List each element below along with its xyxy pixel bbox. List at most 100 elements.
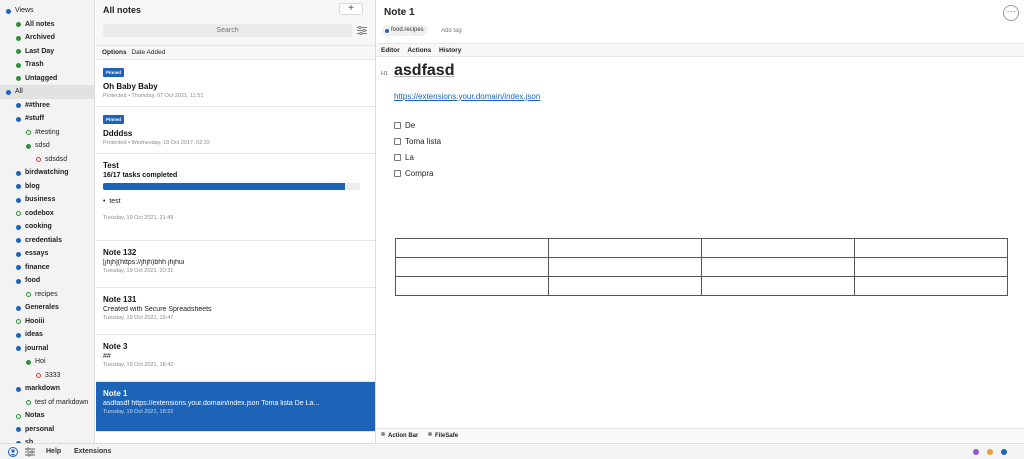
table-cell[interactable]	[395, 257, 549, 277]
sidebar-tag-testing[interactable]: #testing	[0, 126, 94, 140]
checkbox[interactable]	[394, 122, 401, 129]
note-list-item[interactable]: Pinned Ddddss Protected • Wednesday, 18 Oc…	[96, 107, 375, 154]
editor-menu-editor[interactable]: Editor	[381, 47, 400, 54]
sidebar-tag-recipes[interactable]: recipes	[0, 288, 94, 302]
tag-dot-icon	[16, 197, 21, 203]
more-options-button[interactable]: ···	[1003, 5, 1019, 21]
account-icon[interactable]	[8, 447, 18, 457]
sidebar-tag-blog[interactable]: blog	[0, 180, 94, 194]
tag-dot-icon	[36, 373, 41, 378]
sidebar-tag-label: personal	[25, 425, 55, 433]
sidebar-tag-birdwatching[interactable]: birdwatching	[0, 166, 94, 180]
action-bar-toggle[interactable]: Action Bar	[381, 432, 418, 439]
sidebar-tag-codebox[interactable]: codebox	[0, 207, 94, 221]
table-cell[interactable]	[854, 276, 1008, 296]
note-list-item[interactable]: Pinned Oh Baby Baby Protected • Thursday, …	[96, 60, 375, 107]
sidebar-tag-markdown[interactable]: markdown	[0, 382, 94, 396]
search-input[interactable]	[103, 24, 352, 37]
tasks-progress-bar	[103, 183, 360, 190]
table-cell[interactable]	[854, 257, 1008, 277]
status-indicator[interactable]	[973, 449, 979, 455]
status-indicator[interactable]	[987, 449, 993, 455]
sidebar-tag-sdsd[interactable]: sdsd	[0, 139, 94, 153]
checkbox[interactable]	[394, 154, 401, 161]
sidebar-tag-sdsdsd[interactable]: sdsdsd	[0, 153, 94, 167]
sidebar-tag-label: Untagged	[25, 74, 58, 82]
note-heading[interactable]: asdfasd	[394, 62, 454, 80]
sidebar-tag-all-notes[interactable]: All notes	[0, 18, 94, 32]
sidebar-tag-essays[interactable]: essays	[0, 247, 94, 261]
sort-label[interactable]: Date Added	[131, 49, 165, 56]
tasks-summary: 16/17 tasks completed	[103, 172, 178, 179]
note-list-item[interactable]: Note 1 asdfasdf https://extensions.your.d…	[96, 382, 375, 432]
extensions-button[interactable]: Extensions	[74, 448, 111, 455]
table-cell[interactable]	[548, 257, 702, 277]
sidebar-tag-journal[interactable]: journal	[0, 342, 94, 356]
note-item-preview: Created with Secure Spreadsheets	[103, 306, 212, 313]
checkbox[interactable]	[394, 170, 401, 177]
sidebar-tag-hoi[interactable]: Hoi	[0, 355, 94, 369]
note-item-date: Tuesday, 19 Oct 2021, 20:31	[103, 268, 174, 274]
help-button[interactable]: Help	[46, 448, 61, 455]
sidebar-tag-untagged[interactable]: Untagged	[0, 72, 94, 86]
checkbox[interactable]	[394, 138, 401, 145]
settings-icon[interactable]	[25, 447, 35, 457]
note-list-item[interactable]: Note 131 Created with Secure Spreadsheets…	[96, 288, 375, 335]
sidebar-tag-label: Views	[15, 7, 34, 14]
status-indicator[interactable]	[1001, 449, 1007, 455]
note-item-date: Tuesday, 19 Oct 2021, 18:22	[103, 409, 174, 415]
tag-dot-icon	[16, 103, 21, 108]
sidebar-tag-label: #testing	[35, 128, 60, 136]
note-content[interactable]: H1 asdfasd https://extensions.your.domai…	[377, 58, 1024, 428]
table-cell[interactable]	[701, 276, 855, 296]
sidebar-tag-test-of-markdown[interactable]: test of markdown	[0, 396, 94, 410]
sidebar-tag-hooiii[interactable]: Hooiii	[0, 315, 94, 329]
options-button[interactable]: Options	[102, 49, 127, 56]
note-item-date: Tuesday, 19 Oct 2021, 18:42	[103, 362, 174, 368]
filesafe-dot	[428, 432, 433, 436]
todo-label: Compra	[405, 169, 434, 178]
sidebar-tag-generales[interactable]: Generales	[0, 301, 94, 315]
editor-menu-history[interactable]: History	[439, 47, 461, 54]
action-bar-dot	[381, 432, 385, 436]
tag-dot-icon	[26, 143, 31, 149]
note-list-item[interactable]: Test 16/17 tasks completed • test Tuesday, …	[96, 154, 375, 241]
editor-menu-actions[interactable]: Actions	[407, 47, 431, 54]
filesafe-toggle[interactable]: FileSafe	[428, 432, 458, 439]
sidebar-tag-sb[interactable]: sb	[0, 436, 94, 443]
sidebar-tag-business[interactable]: business	[0, 193, 94, 207]
note-list-item[interactable]: Note 132 [jhjh](https://jhjh)bhh jhjhui Tu…	[96, 241, 375, 288]
sidebar-tag-all[interactable]: All	[0, 85, 94, 99]
note-list-item[interactable]: Note 3 ## Tuesday, 19 Oct 2021, 18:42	[96, 335, 375, 382]
table-cell[interactable]	[395, 276, 549, 296]
sidebar-tag-archived[interactable]: Archived	[0, 31, 94, 45]
tasks-progress-fill	[103, 183, 345, 190]
table-cell[interactable]	[854, 238, 1008, 258]
notes-list-panel: All notes + Options Date Added Pinned Oh …	[96, 0, 376, 443]
table-cell[interactable]	[701, 238, 855, 258]
sidebar-tag-three[interactable]: ##three	[0, 99, 94, 113]
tag-chip[interactable]: food.recipes	[382, 25, 428, 36]
sidebar-tag-cooking[interactable]: cooking	[0, 220, 94, 234]
add-note-button[interactable]: +	[339, 3, 363, 15]
sidebar-tag-personal[interactable]: personal	[0, 423, 94, 437]
note-link[interactable]: https://extensions.your.domain/index.jso…	[394, 92, 540, 101]
sidebar-tag-trash[interactable]: Trash	[0, 58, 94, 72]
table-cell[interactable]	[548, 238, 702, 258]
note-title[interactable]: Note 1	[384, 7, 415, 18]
sidebar-tag-credentials[interactable]: credentials	[0, 234, 94, 248]
sidebar-tag-ideas[interactable]: ideas	[0, 328, 94, 342]
sidebar-tag-last-day[interactable]: Last Day	[0, 45, 94, 59]
sidebar-tag-views[interactable]: Views	[0, 4, 94, 18]
sidebar-tag-finance[interactable]: finance	[0, 261, 94, 275]
sidebar-tag-stuff[interactable]: #stuff	[0, 112, 94, 126]
note-table[interactable]	[395, 238, 1008, 296]
sidebar-tag-notas[interactable]: Notas	[0, 409, 94, 423]
table-cell[interactable]	[395, 238, 549, 258]
add-tag-input[interactable]	[441, 28, 519, 34]
table-cell[interactable]	[701, 257, 855, 277]
table-cell[interactable]	[548, 276, 702, 296]
sidebar-tag-3333[interactable]: 3333	[0, 369, 94, 383]
filter-icon[interactable]	[357, 26, 367, 35]
sidebar-tag-food[interactable]: food	[0, 274, 94, 288]
